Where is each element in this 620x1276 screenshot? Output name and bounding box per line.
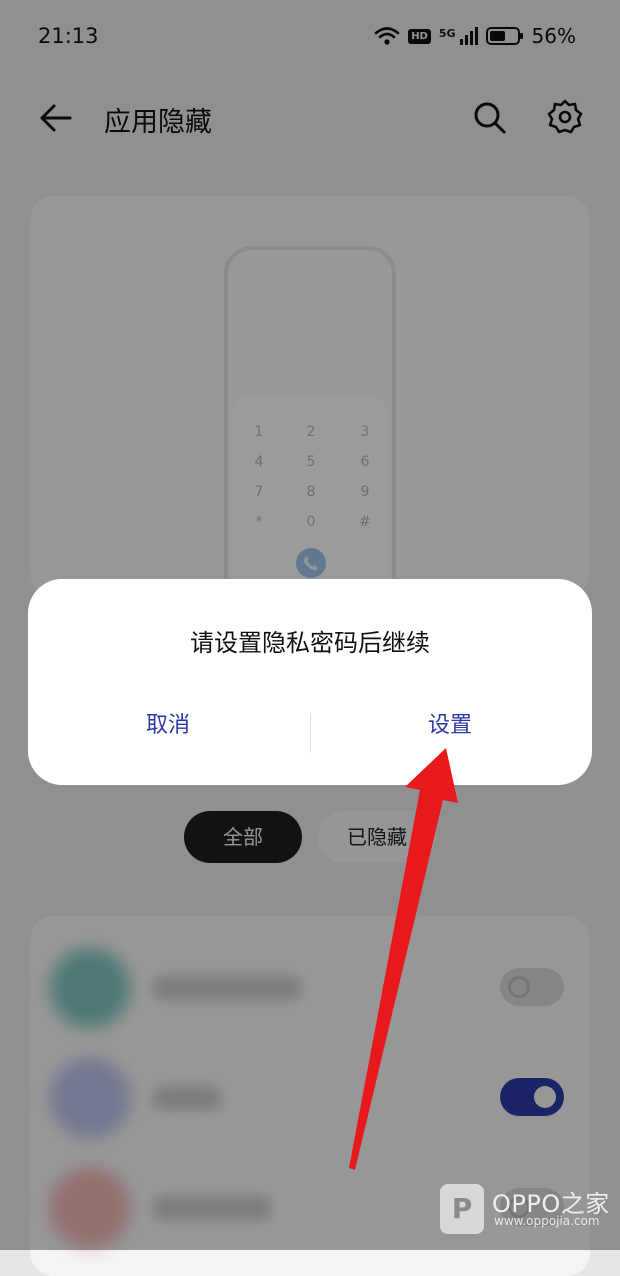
set-password-button[interactable]: 设置	[350, 699, 550, 753]
dialog-message: 请设置隐私密码后继续	[190, 629, 430, 657]
watermark-logo: P	[440, 1184, 484, 1234]
app-hide-page: 21:13 HD 5G 56% 应用隐藏 1 2 3 4 5 6 7 8 9 *…	[0, 0, 620, 1276]
watermark: P OPPO之家 www.oppojia.com	[440, 1182, 610, 1238]
cancel-button[interactable]: 取消	[68, 699, 268, 753]
password-prompt-dialog: 请设置隐私密码后继续 取消 设置	[28, 579, 592, 785]
watermark-url: www.oppojia.com	[494, 1214, 600, 1228]
button-divider	[310, 713, 311, 753]
